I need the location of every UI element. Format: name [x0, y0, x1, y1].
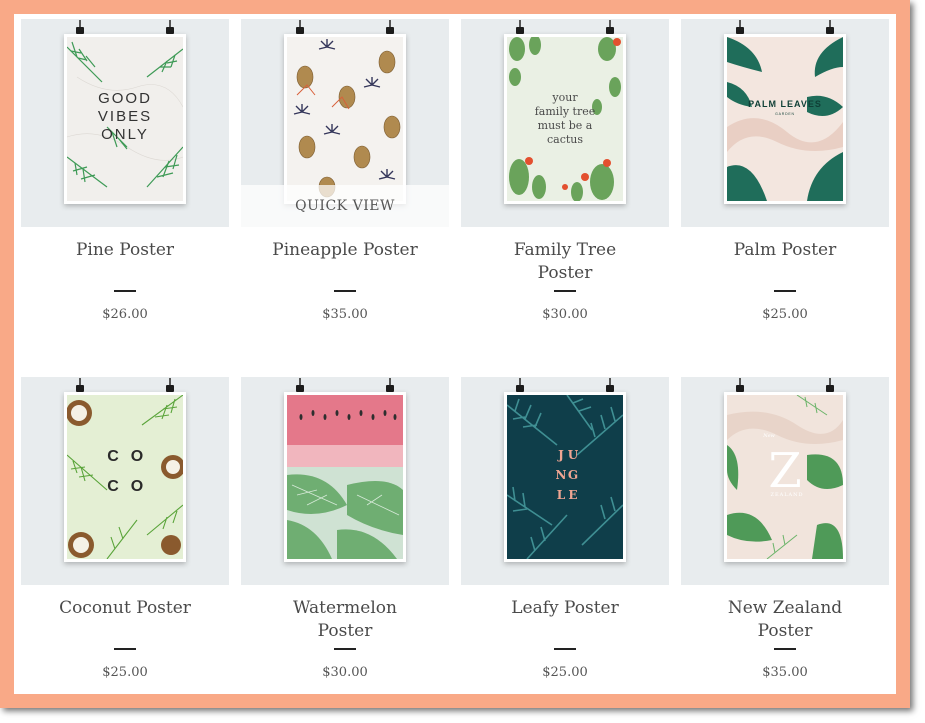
product-price: $35.00 — [762, 665, 808, 680]
product-image[interactable]: GOOD VIBES ONLY — [21, 19, 229, 227]
title-divider — [774, 290, 796, 292]
poster-art: PALM LEAVES GARDEN — [724, 34, 846, 204]
poster-art: C O C O — [64, 392, 186, 562]
product-title[interactable]: Leafy Poster — [461, 597, 669, 620]
binder-clip-icon — [606, 378, 614, 392]
product-image[interactable] — [241, 377, 449, 585]
art-text: E — [568, 488, 577, 502]
title-divider — [114, 290, 136, 292]
binder-clip-icon — [166, 378, 174, 392]
title-divider — [554, 648, 576, 650]
binder-clip-icon — [736, 20, 744, 34]
art-text: family tree — [535, 105, 596, 118]
binder-clip-icon — [76, 378, 84, 392]
poster-art: your family tree must be a cactus — [504, 34, 626, 204]
art-text: GOOD — [98, 90, 152, 107]
binder-clip-icon — [516, 20, 524, 34]
poster-art: New Z ZEALAND — [724, 392, 846, 562]
binder-clip-icon — [826, 20, 834, 34]
art-text: J — [557, 448, 564, 462]
product-image[interactable]: your family tree must be a cactus — [461, 19, 669, 227]
title-divider — [334, 290, 356, 292]
product-title[interactable]: Watermelon Poster — [241, 597, 449, 643]
product-card[interactable]: GOOD VIBES ONLY Pine Poster $26.00 — [21, 19, 229, 349]
product-title[interactable]: Pine Poster — [21, 239, 229, 262]
art-text: GARDEN — [775, 112, 795, 116]
title-divider — [114, 648, 136, 650]
title-divider — [774, 648, 796, 650]
product-gallery: GOOD VIBES ONLY Pine Poster $26.00 QUICK… — [14, 14, 896, 694]
poster-art: J U N G L E — [504, 392, 626, 562]
product-card[interactable]: New Z ZEALAND New Zealand Poster $35.00 — [681, 377, 889, 707]
art-text: must be a — [538, 119, 593, 132]
product-image[interactable]: C O C O — [21, 377, 229, 585]
art-text: N — [556, 468, 567, 482]
product-card[interactable]: your family tree must be a cactus Family… — [461, 19, 669, 349]
product-card[interactable]: QUICK VIEW Pineapple Poster $35.00 — [241, 19, 449, 349]
product-card[interactable]: C O C O Coconut Poster $25.00 — [21, 377, 229, 707]
product-price: $25.00 — [542, 665, 588, 680]
art-text: U — [568, 448, 579, 462]
product-image[interactable]: J U N G L E — [461, 377, 669, 585]
product-title[interactable]: New Zealand Poster — [681, 597, 889, 643]
binder-clip-icon — [386, 20, 394, 34]
binder-clip-icon — [826, 378, 834, 392]
product-title[interactable]: Family Tree Poster — [461, 239, 669, 285]
product-image[interactable]: New Z ZEALAND — [681, 377, 889, 585]
product-price: $26.00 — [102, 307, 148, 322]
art-text: VIBES — [98, 108, 152, 125]
product-title[interactable]: Coconut Poster — [21, 597, 229, 620]
art-text: your — [551, 91, 578, 104]
product-image[interactable]: QUICK VIEW — [241, 19, 449, 227]
art-text: C — [107, 478, 119, 495]
product-card[interactable]: J U N G L E Leafy Poster $25.00 — [461, 377, 669, 707]
product-price: $25.00 — [102, 665, 148, 680]
product-card[interactable]: PALM LEAVES GARDEN Palm Poster $25.00 — [681, 19, 889, 349]
poster-art — [284, 392, 406, 562]
product-price: $30.00 — [542, 307, 588, 322]
art-text: New — [762, 433, 775, 439]
product-card[interactable]: Watermelon Poster $30.00 — [241, 377, 449, 707]
binder-clip-icon — [606, 20, 614, 34]
product-title[interactable]: Palm Poster — [681, 239, 889, 262]
art-text: PALM LEAVES — [748, 99, 822, 109]
title-divider — [554, 290, 576, 292]
art-text: G — [568, 468, 578, 482]
product-price: $25.00 — [762, 307, 808, 322]
art-text: cactus — [547, 133, 583, 146]
binder-clip-icon — [516, 378, 524, 392]
product-price: $35.00 — [322, 307, 368, 322]
art-text: ZEALAND — [770, 492, 803, 498]
art-text: O — [131, 448, 143, 465]
binder-clip-icon — [736, 378, 744, 392]
title-divider — [334, 648, 356, 650]
art-text: O — [131, 478, 143, 495]
product-image[interactable]: PALM LEAVES GARDEN — [681, 19, 889, 227]
art-text: L — [557, 488, 566, 502]
quick-view-button[interactable]: QUICK VIEW — [241, 185, 449, 227]
product-title[interactable]: Pineapple Poster — [241, 239, 449, 262]
binder-clip-icon — [166, 20, 174, 34]
page-frame: GOOD VIBES ONLY Pine Poster $26.00 QUICK… — [0, 0, 910, 708]
poster-art: GOOD VIBES ONLY — [64, 34, 186, 204]
binder-clip-icon — [296, 20, 304, 34]
binder-clip-icon — [386, 378, 394, 392]
binder-clip-icon — [76, 20, 84, 34]
product-price: $30.00 — [322, 665, 368, 680]
art-text: ONLY — [101, 126, 149, 143]
art-text: C — [107, 448, 119, 465]
poster-art — [284, 34, 406, 204]
binder-clip-icon — [296, 378, 304, 392]
art-text: Z — [768, 443, 801, 499]
